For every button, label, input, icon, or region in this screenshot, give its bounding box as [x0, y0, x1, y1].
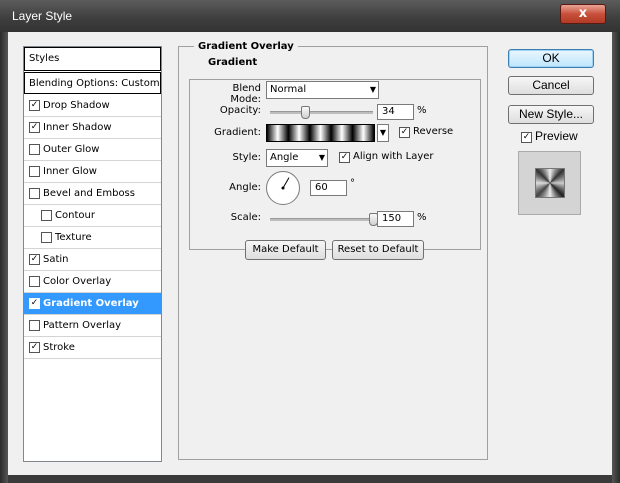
- style-item-color-overlay[interactable]: Color Overlay: [24, 271, 161, 293]
- style-item-contour[interactable]: Contour: [24, 205, 161, 227]
- style-item-label: Texture: [55, 232, 92, 243]
- preview-thumbnail: [518, 151, 581, 215]
- window-border-left: [0, 32, 8, 483]
- style-item-label: Color Overlay: [43, 276, 112, 287]
- opacity-label: Opacity:: [219, 105, 261, 116]
- checkbox-unchecked-icon[interactable]: [41, 210, 52, 221]
- gradient-picker[interactable]: [266, 124, 375, 142]
- style-item-drop-shadow[interactable]: ✓ Drop Shadow: [24, 95, 161, 117]
- close-icon: x: [578, 6, 588, 21]
- checkbox-checked-icon[interactable]: ✓: [29, 254, 40, 265]
- blend-mode-select[interactable]: Normal ▼: [266, 81, 379, 99]
- preview-swatch: [535, 168, 565, 198]
- checkbox-unchecked-icon[interactable]: [29, 144, 40, 155]
- window-border-right: [612, 32, 620, 483]
- preview-label: Preview: [535, 129, 578, 143]
- opacity-input[interactable]: 34: [377, 104, 414, 120]
- align-with-layer-label: Align with Layer: [353, 151, 434, 162]
- dialog-client: Styles Blending Options: Custom ✓ Drop Sh…: [8, 32, 612, 475]
- style-item-inner-shadow[interactable]: ✓ Inner Shadow: [24, 117, 161, 139]
- group-title: Gradient: [204, 57, 262, 68]
- checkbox-unchecked-icon[interactable]: [29, 188, 40, 199]
- style-item-label: Gradient Overlay: [43, 298, 139, 309]
- style-item-outer-glow[interactable]: Outer Glow: [24, 139, 161, 161]
- window-title: Layer Style: [12, 9, 73, 23]
- style-label: Style:: [232, 152, 262, 163]
- reverse-label: Reverse: [413, 126, 454, 137]
- style-item-satin[interactable]: ✓ Satin: [24, 249, 161, 271]
- style-item-bevel-and-emboss[interactable]: Bevel and Emboss: [24, 183, 161, 205]
- checkbox-checked-icon[interactable]: ✓: [29, 298, 40, 309]
- checkbox-unchecked-icon[interactable]: [29, 166, 40, 177]
- opacity-slider-track[interactable]: [270, 111, 373, 114]
- styles-header-label: Styles: [29, 53, 60, 64]
- style-item-label: Drop Shadow: [43, 100, 110, 111]
- gradient-label: Gradient:: [214, 127, 261, 138]
- style-item-label: Inner Glow: [43, 166, 97, 177]
- section-title: Gradient Overlay: [194, 41, 298, 52]
- close-button[interactable]: x: [560, 4, 606, 24]
- style-item-label: Outer Glow: [43, 144, 100, 155]
- style-item-label: Pattern Overlay: [43, 320, 122, 331]
- cancel-button[interactable]: Cancel: [508, 76, 594, 95]
- style-item-label: Stroke: [43, 342, 75, 353]
- ok-button[interactable]: OK: [508, 49, 594, 68]
- blending-options-label: Blending Options: Custom: [29, 78, 160, 89]
- scale-slider-track[interactable]: [270, 218, 373, 221]
- preview-check-icon: ✓: [521, 132, 532, 143]
- opacity-slider-thumb[interactable]: [301, 106, 311, 119]
- reset-to-default-button[interactable]: Reset to Default: [332, 240, 424, 260]
- blending-options-item[interactable]: Blending Options: Custom: [24, 72, 161, 94]
- new-style-button[interactable]: New Style...: [508, 105, 594, 124]
- chevron-down-icon: ▼: [379, 128, 387, 137]
- scale-label: Scale:: [230, 212, 261, 223]
- checkbox-checked-icon[interactable]: ✓: [29, 342, 40, 353]
- blend-mode-label: Blend Mode:: [230, 83, 261, 105]
- scale-input[interactable]: 150: [377, 211, 414, 227]
- style-item-pattern-overlay[interactable]: Pattern Overlay: [24, 315, 161, 337]
- style-item-label: Inner Shadow: [43, 122, 112, 133]
- style-item-label: Bevel and Emboss: [43, 188, 135, 199]
- make-default-button[interactable]: Make Default: [245, 240, 326, 260]
- styles-header[interactable]: Styles: [24, 47, 161, 71]
- layer-style-window: Layer Style x Styles Blending Options: C…: [0, 0, 620, 483]
- style-item-gradient-overlay[interactable]: ✓ Gradient Overlay: [24, 293, 161, 315]
- scale-unit: %: [417, 212, 427, 223]
- style-item-label: Contour: [55, 210, 95, 221]
- angle-dial-indicator: [281, 177, 290, 190]
- checkbox-unchecked-icon[interactable]: [41, 232, 52, 243]
- angle-unit: °: [350, 178, 355, 189]
- opacity-unit: %: [417, 105, 427, 116]
- chevron-down-icon: ▼: [369, 85, 376, 94]
- styles-list: Styles Blending Options: Custom ✓ Drop Sh…: [23, 46, 162, 462]
- style-item-inner-glow[interactable]: Inner Glow: [24, 161, 161, 183]
- gradient-dropdown-button[interactable]: ▼: [377, 124, 389, 142]
- reverse-check-icon: ✓: [399, 127, 410, 138]
- checkbox-checked-icon[interactable]: ✓: [29, 100, 40, 111]
- style-item-label: Satin: [43, 254, 69, 265]
- checkbox-unchecked-icon[interactable]: [29, 276, 40, 287]
- angle-dial[interactable]: [266, 171, 300, 205]
- angle-input[interactable]: 60: [310, 180, 347, 196]
- checkbox-unchecked-icon[interactable]: [29, 320, 40, 331]
- style-item-stroke[interactable]: ✓ Stroke: [24, 337, 161, 359]
- title-bar[interactable]: Layer Style x: [0, 0, 620, 32]
- style-item-texture[interactable]: Texture: [24, 227, 161, 249]
- style-value: Angle: [270, 152, 299, 163]
- angle-label: Angle:: [229, 182, 261, 193]
- align-check-icon: ✓: [339, 152, 350, 163]
- checkbox-checked-icon[interactable]: ✓: [29, 122, 40, 133]
- chevron-down-icon: ▼: [318, 153, 325, 162]
- blend-mode-value: Normal: [270, 84, 307, 95]
- style-select[interactable]: Angle ▼: [266, 149, 328, 167]
